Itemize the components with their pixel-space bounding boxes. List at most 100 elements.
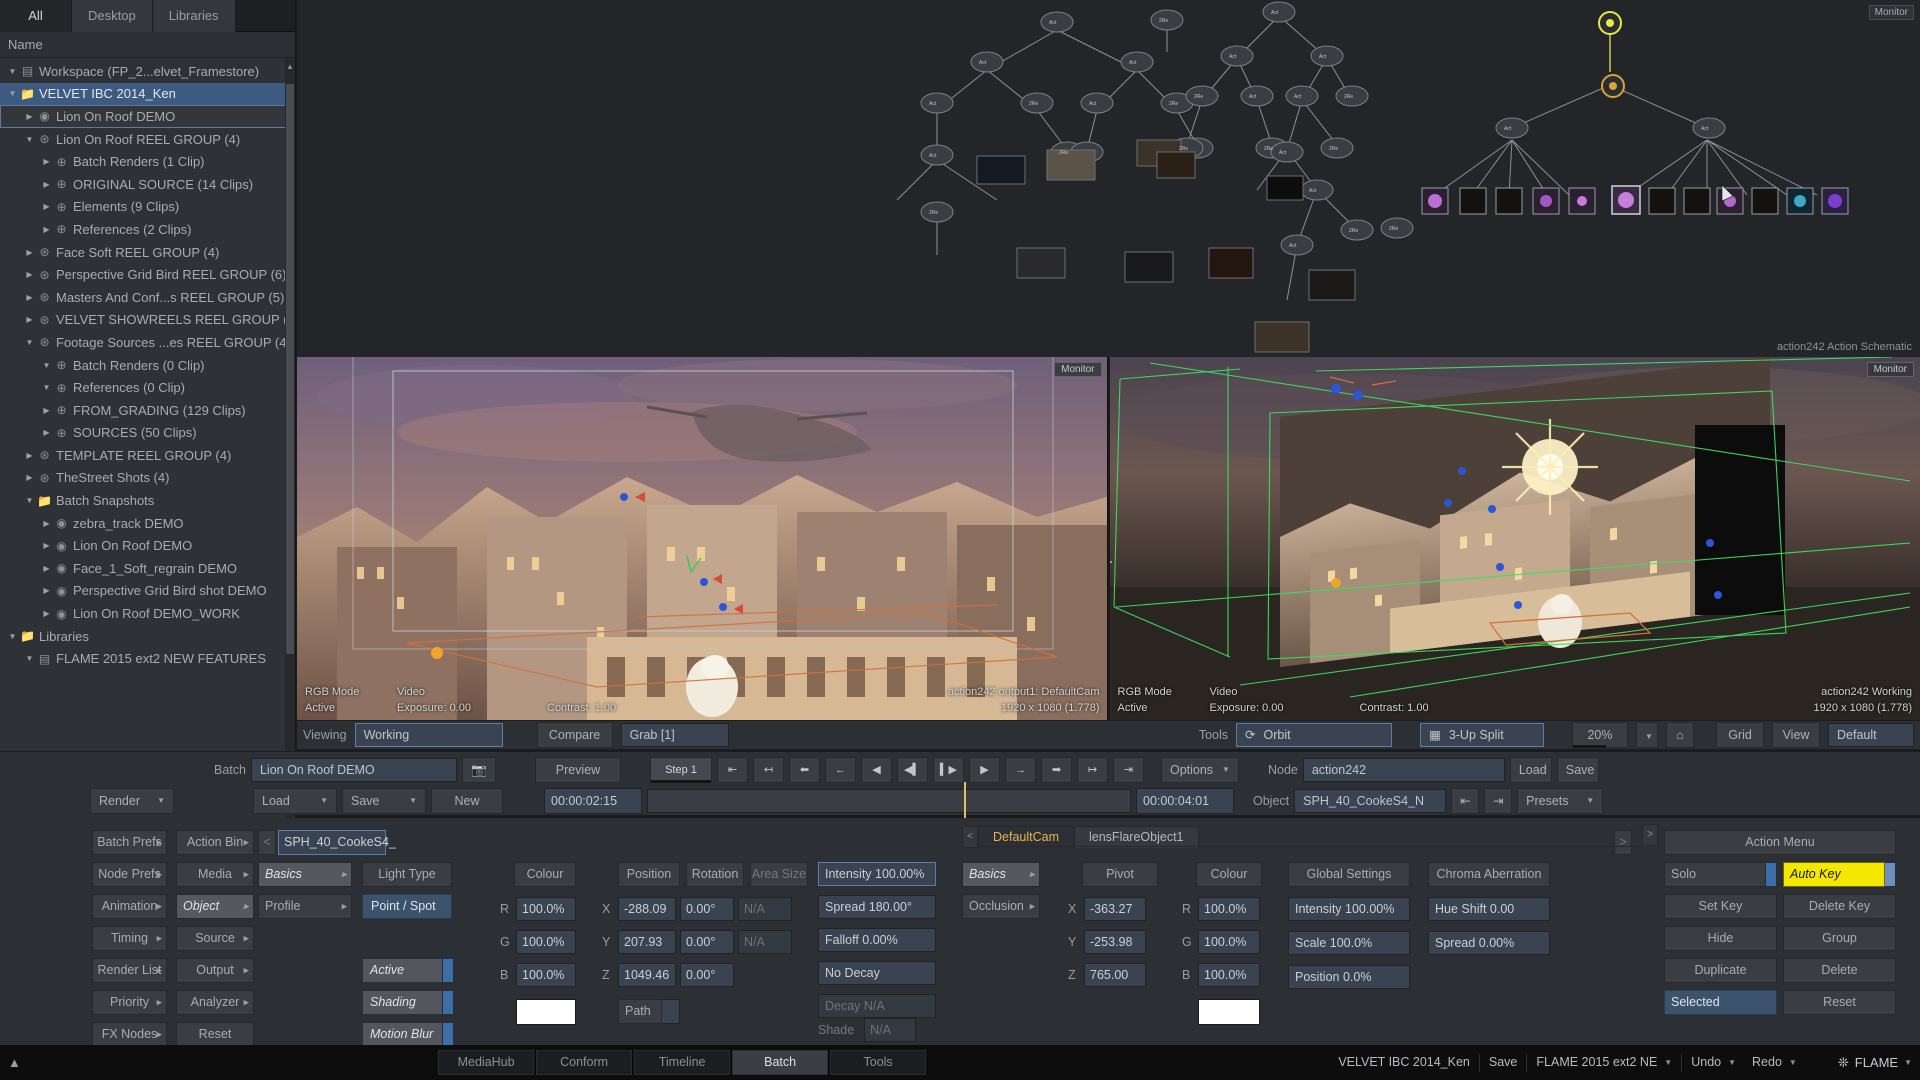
object-tabs-prev[interactable]: < — [962, 826, 978, 848]
node-save-button[interactable]: Save — [1556, 757, 1599, 783]
btn-priority[interactable]: Priority — [92, 990, 167, 1015]
expand-up-icon[interactable]: ▲ — [8, 1055, 21, 1070]
solo-switch[interactable] — [1766, 862, 1777, 887]
right-colour-g[interactable]: 100.0% — [1198, 930, 1260, 954]
chevron-down-icon[interactable]: ▼ — [23, 135, 36, 144]
view-menu-button[interactable]: View — [1772, 722, 1820, 748]
tree-item[interactable]: ▶ ⊛ Face Soft REEL GROUP (4) — [0, 241, 295, 264]
chevron-down-icon[interactable]: ▼ — [6, 67, 19, 76]
toggle-active-switch[interactable] — [443, 958, 454, 983]
toggle-motion-blur-switch[interactable] — [443, 1022, 454, 1047]
chevron-right-icon[interactable]: ▶ — [23, 248, 36, 257]
path-indicator[interactable] — [662, 999, 680, 1024]
tab-batch[interactable]: Batch — [732, 1050, 829, 1075]
colour-value-g[interactable]: 100.0% — [516, 930, 576, 954]
toggle-shading-switch[interactable] — [443, 990, 454, 1015]
tree-item[interactable]: ▼ ▤ Workspace (FP_2...elvet_Framestore) — [0, 60, 295, 83]
save-dropdown[interactable]: Save ▼ — [342, 788, 426, 814]
position-x-field[interactable]: -288.09 — [618, 897, 676, 921]
pivot-z-field[interactable]: 765.00 — [1084, 963, 1146, 987]
timeline-scrubber[interactable] — [647, 782, 1131, 822]
playhead[interactable] — [964, 782, 966, 822]
pivot-x-field[interactable]: -363.27 — [1084, 897, 1146, 921]
btn-media[interactable]: Media — [176, 862, 254, 887]
right-colour-b[interactable]: 100.0% — [1198, 963, 1260, 987]
btn-render-list[interactable]: Render List — [92, 958, 167, 983]
layout-split-field[interactable]: ▦ 3-Up Split — [1420, 723, 1544, 747]
tree-item[interactable]: ▼ 📁 VELVET IBC 2014_Ken — [0, 82, 295, 106]
chevron-right-icon[interactable]: ▶ — [23, 270, 36, 279]
tree-item[interactable]: ▶ ⊕ ORIGINAL SOURCE (14 Clips) — [0, 173, 295, 196]
chevron-right-icon[interactable]: ▶ — [23, 473, 36, 482]
flame-app-menu[interactable]: ❊ FLAME ▼ — [1838, 1055, 1912, 1071]
chevron-right-icon[interactable]: ▶ — [40, 428, 53, 437]
viewport-right-monitor-badge[interactable]: Monitor — [1866, 362, 1914, 377]
reset-button[interactable]: Reset — [1783, 990, 1896, 1015]
path-button[interactable]: Path — [618, 999, 662, 1024]
preview-button[interactable]: Preview — [534, 757, 621, 783]
toggle-shading[interactable]: Shading — [362, 990, 454, 1015]
tab-conform[interactable]: Conform — [536, 1050, 633, 1075]
tree-item[interactable]: ▼ ⊕ References (0 Clip) — [0, 376, 295, 399]
tree-item[interactable]: ▼ ⊕ Batch Renders (0 Clip) — [0, 354, 295, 377]
schematic-monitor-badge[interactable]: Monitor — [1868, 5, 1914, 20]
object-prev-button[interactable]: ⇤ — [1451, 788, 1480, 814]
chevron-down-icon[interactable]: ▼ — [40, 383, 53, 392]
tab-lensflareobject1[interactable]: lensFlareObject1 — [1074, 826, 1199, 848]
action-schematic-view[interactable]: Act Act Act Act 2Re Act 2Re 2Re Act Act Act 2Re… — [297, 0, 1920, 357]
tree-item[interactable]: ▶ ◉ Face_1_Soft_regrain DEMO — [0, 557, 295, 580]
slider-intensity[interactable]: Intensity 100.00% — [818, 862, 936, 886]
status-save-button[interactable]: Save — [1482, 1050, 1525, 1075]
undo-dropdown[interactable]: Undo ▼ — [1684, 1050, 1743, 1075]
chevron-right-icon[interactable]: ▶ — [23, 315, 36, 324]
transport-reverse-button[interactable]: ◀ — [860, 757, 892, 783]
chroma-hue-shift-slider[interactable]: Hue Shift 0.00 — [1428, 897, 1550, 921]
zoom-level-field[interactable]: 20% — [1572, 722, 1628, 748]
object-next-button[interactable]: ⇥ — [1484, 788, 1513, 814]
default-view-field[interactable]: Default — [1828, 723, 1914, 747]
viewport-left[interactable]: Monitor RGB Mode Active Video Exposure: … — [297, 357, 1108, 720]
btn-source[interactable]: Source — [176, 926, 254, 951]
new-button[interactable]: New — [431, 788, 503, 814]
render-dropdown[interactable]: Render ▼ — [90, 788, 174, 814]
global-intensity-slider[interactable]: Intensity 100.00% — [1288, 897, 1410, 921]
grid-menu-button[interactable]: Grid — [1716, 722, 1764, 748]
zoom-dropdown[interactable]: ▼ — [1636, 722, 1658, 748]
tree-item[interactable]: ▶ ⊕ SOURCES (50 Clips) — [0, 422, 295, 445]
tab-all[interactable]: All — [0, 0, 72, 32]
position-y-field[interactable]: 207.93 — [618, 930, 676, 954]
colour-value-b[interactable]: 100.0% — [516, 963, 576, 987]
selected-button[interactable]: Selected — [1664, 990, 1777, 1015]
delete-button[interactable]: Delete — [1783, 958, 1896, 983]
btn-profile[interactable]: Profile — [258, 894, 352, 919]
tree-item[interactable]: ▶ ⊕ Batch Renders (1 Clip) — [0, 150, 295, 173]
tree-item[interactable]: ▼ ▤ FLAME 2015 ext2 NEW FEATURES — [0, 647, 295, 670]
light-type-value[interactable]: Point / Spot — [362, 894, 452, 919]
tab-mediahub[interactable]: MediaHub — [438, 1050, 535, 1075]
rotation-z-field[interactable]: 0.00° — [680, 963, 734, 987]
btn-animation[interactable]: Animation — [92, 894, 167, 919]
tree-item[interactable]: ▶ ⊕ References (2 Clips) — [0, 218, 295, 241]
chevron-down-icon[interactable]: ▼ — [23, 654, 36, 663]
right-colour-swatch[interactable] — [1198, 999, 1260, 1025]
chevron-right-icon[interactable]: ▶ — [40, 609, 53, 618]
tree-item[interactable]: ▶ ◉ zebra_track DEMO — [0, 512, 295, 535]
right-colour-r[interactable]: 100.0% — [1198, 897, 1260, 921]
presets-dropdown[interactable]: Presets ▼ — [1517, 788, 1604, 814]
btn-reset[interactable]: Reset — [176, 1022, 254, 1047]
transport-last-button[interactable]: ⇥ — [1112, 757, 1144, 783]
transport-step-back-button[interactable]: ← — [824, 757, 856, 783]
chroma-spread-slider[interactable]: Spread 0.00% — [1428, 931, 1550, 955]
tree-item[interactable]: ▼ ⊛ Lion On Roof REEL GROUP (4) — [0, 128, 295, 151]
chevron-down-icon[interactable]: ▼ — [23, 338, 36, 347]
scrollbar-thumb[interactable] — [286, 84, 294, 654]
tree-item[interactable]: ▶ ⊕ FROM_GRADING (129 Clips) — [0, 399, 295, 422]
transport-frame-back-button[interactable]: ◀▍ — [896, 757, 928, 783]
viewport-right[interactable]: Monitor RGB Mode Active Video Exposure: … — [1109, 357, 1920, 720]
chevron-right-icon[interactable]: ▶ — [40, 519, 53, 528]
viewing-mode-field[interactable]: Working — [354, 723, 503, 747]
chevron-right-icon[interactable]: ▶ — [40, 541, 53, 550]
rotation-x-field[interactable]: 0.00° — [680, 897, 734, 921]
btn-occlusion[interactable]: Occlusion — [962, 894, 1040, 919]
scroll-up-arrow[interactable]: ▲ — [286, 62, 294, 72]
